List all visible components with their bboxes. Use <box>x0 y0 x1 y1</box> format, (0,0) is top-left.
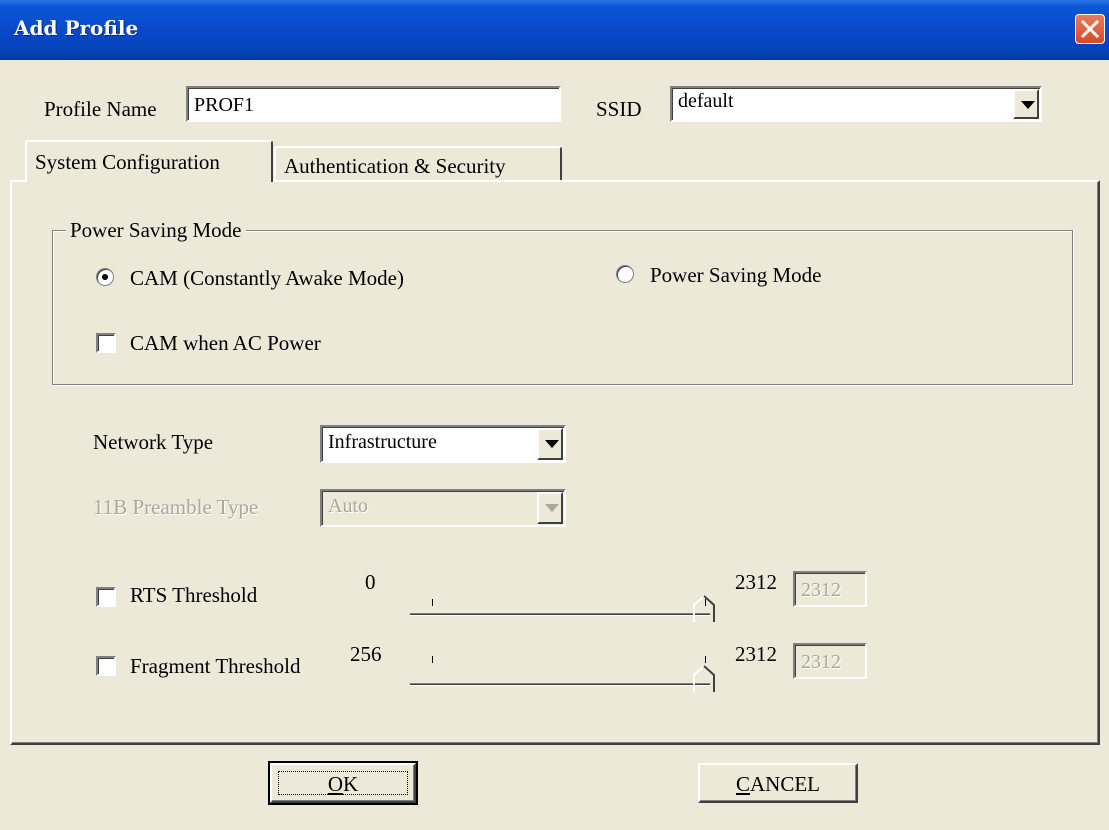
chevron-down-icon <box>1021 101 1035 109</box>
tab-authentication-security[interactable]: Authentication & Security <box>274 146 562 182</box>
power-saving-radio-label[interactable]: Power Saving Mode <box>650 263 822 288</box>
fragment-slider-tick-min <box>432 656 433 663</box>
title-bar[interactable]: Add Profile <box>0 0 1109 60</box>
fragment-min-label: 256 <box>350 642 382 666</box>
rts-threshold-checkbox[interactable] <box>96 587 116 607</box>
rts-threshold-label[interactable]: RTS Threshold <box>130 583 257 608</box>
chevron-down-icon <box>545 440 559 448</box>
rts-slider-track[interactable] <box>410 613 710 616</box>
close-button[interactable] <box>1075 14 1105 44</box>
fragment-threshold-label[interactable]: Fragment Threshold <box>130 654 301 679</box>
fragment-slider-track[interactable] <box>410 683 710 686</box>
network-type-dropdown-button[interactable] <box>537 428 563 460</box>
ssid-dropdown-button[interactable] <box>1013 89 1039 119</box>
fragment-slider-thumb[interactable] <box>693 665 715 693</box>
cancel-button[interactable]: CANCEL <box>698 763 858 803</box>
network-type-label: Network Type <box>93 430 214 454</box>
rts-slider-thumb[interactable] <box>693 595 715 623</box>
cam-ac-power-checkbox[interactable] <box>96 333 116 353</box>
focus-ring <box>278 771 408 795</box>
power-saving-group <box>52 230 1073 385</box>
fragment-value-input[interactable] <box>793 643 867 679</box>
tab-authentication-security-label: Authentication & Security <box>284 154 506 178</box>
tab-system-configuration[interactable]: System Configuration <box>25 140 273 182</box>
rts-min-label: 0 <box>365 570 376 594</box>
rts-max-label: 2312 <box>735 570 777 594</box>
close-icon <box>1081 20 1099 38</box>
rts-value-input[interactable] <box>793 571 867 607</box>
preamble-type-combobox[interactable]: Auto <box>320 489 566 527</box>
power-saving-group-title: Power Saving Mode <box>66 218 246 243</box>
fragment-threshold-checkbox[interactable] <box>96 656 116 676</box>
ssid-label: SSID <box>596 97 642 121</box>
profile-name-input[interactable] <box>186 86 561 122</box>
fragment-max-label: 2312 <box>735 642 777 666</box>
ok-button[interactable]: OK <box>268 761 418 805</box>
preamble-type-dropdown-button[interactable] <box>537 492 563 524</box>
ssid-combobox[interactable]: default <box>670 86 1042 122</box>
ssid-value[interactable]: default <box>678 90 734 113</box>
preamble-type-value: Auto <box>328 495 368 517</box>
cancel-button-label: CANCEL <box>735 772 820 796</box>
tab-system-configuration-label: System Configuration <box>35 150 220 174</box>
network-type-combobox[interactable]: Infrastructure <box>320 425 566 463</box>
cam-radio-label[interactable]: CAM (Constantly Awake Mode) <box>130 266 404 291</box>
preamble-type-label: 11B Preamble Type <box>93 495 259 519</box>
power-saving-radio[interactable] <box>616 265 634 283</box>
add-profile-dialog: Add Profile Profile Name SSID default Sy… <box>0 0 1109 830</box>
cam-ac-power-label[interactable]: CAM when AC Power <box>130 331 321 356</box>
window-title: Add Profile <box>14 16 139 40</box>
rts-slider-tick-min <box>432 599 433 606</box>
profile-name-label: Profile Name <box>44 97 157 121</box>
chevron-down-icon <box>545 504 559 512</box>
network-type-value[interactable]: Infrastructure <box>328 431 437 454</box>
fragment-slider-tick-max <box>705 656 706 663</box>
cam-radio[interactable] <box>96 268 114 286</box>
